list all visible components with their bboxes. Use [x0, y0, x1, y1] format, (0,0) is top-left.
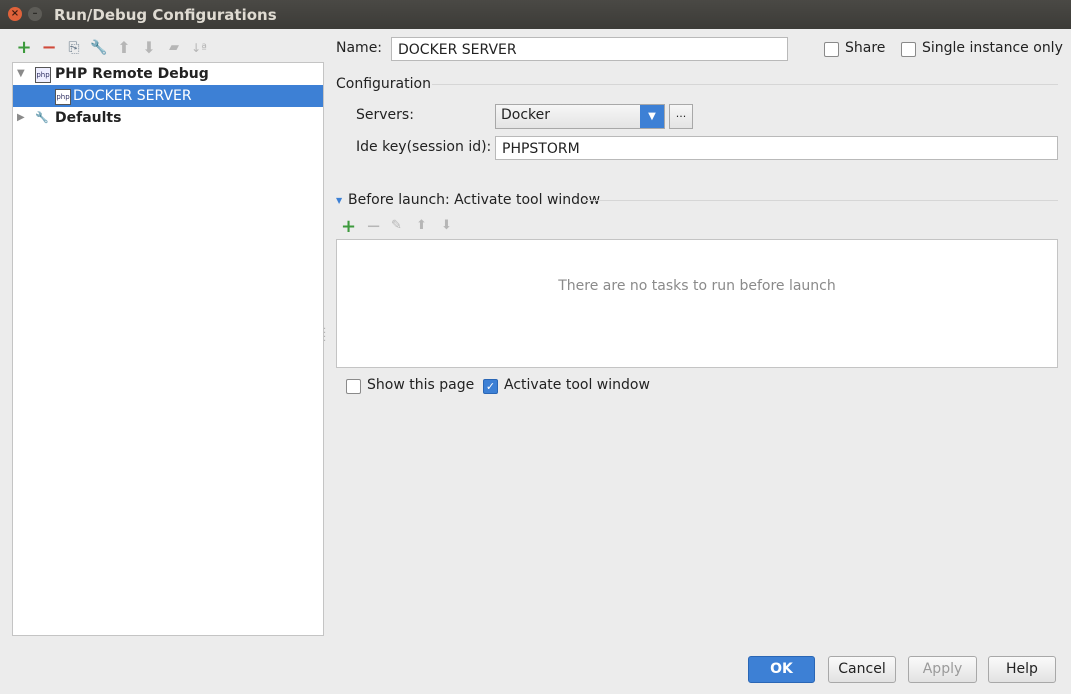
- activate-tool-window-checkbox[interactable]: ✓: [483, 379, 498, 394]
- chevron-down-icon[interactable]: ▼: [640, 105, 664, 128]
- edit-task-icon[interactable]: ✎: [391, 218, 402, 233]
- servers-value: Docker: [501, 107, 551, 123]
- share-label: Share: [845, 40, 886, 56]
- show-page-label: Show this page: [367, 377, 475, 393]
- single-instance-label: Single instance only: [922, 40, 1063, 56]
- window-title: Run/Debug Configurations: [54, 6, 277, 24]
- edit-defaults-icon[interactable]: 🔧: [89, 38, 109, 58]
- servers-label: Servers:: [356, 107, 414, 123]
- php-remote-debug-icon: php: [35, 67, 51, 83]
- minimize-icon[interactable]: –: [28, 7, 42, 21]
- before-launch-separator: [584, 200, 1058, 201]
- share-checkbox[interactable]: [824, 42, 839, 57]
- idekey-label: Ide key(session id):: [356, 139, 492, 155]
- sort-icon[interactable]: ↓ª: [189, 38, 209, 58]
- tree-group-php-remote-debug[interactable]: ▼ php PHP Remote Debug: [13, 63, 323, 85]
- before-launch-toggle-icon[interactable]: ▼: [336, 196, 342, 205]
- window-titlebar: × – Run/Debug Configurations: [0, 0, 1071, 29]
- show-page-checkbox[interactable]: [346, 379, 361, 394]
- copy-configuration-icon[interactable]: ⎘: [64, 38, 84, 58]
- move-task-up-icon[interactable]: ⬆: [416, 218, 427, 233]
- tree-group-label: PHP Remote Debug: [55, 66, 209, 82]
- before-launch-heading[interactable]: Before launch: Activate tool window: [348, 192, 600, 208]
- remove-task-icon[interactable]: −: [366, 216, 381, 237]
- close-icon[interactable]: ×: [8, 7, 22, 21]
- name-label: Name:: [336, 40, 383, 56]
- tree-item-label: DOCKER SERVER: [73, 88, 192, 104]
- tree-item-docker-server[interactable]: php DOCKER SERVER: [13, 85, 323, 107]
- splitter-grip-icon[interactable]: · · · ·: [323, 325, 326, 347]
- name-input[interactable]: DOCKER SERVER: [391, 37, 788, 61]
- folder-icon[interactable]: ▰: [164, 38, 184, 58]
- move-down-icon[interactable]: ⬇: [139, 38, 159, 58]
- configuration-heading: Configuration: [336, 76, 431, 92]
- add-configuration-icon[interactable]: +: [14, 38, 34, 58]
- single-instance-checkbox[interactable]: [901, 42, 916, 57]
- apply-button[interactable]: Apply: [908, 656, 977, 683]
- empty-tasks-text: There are no tasks to run before launch: [558, 278, 836, 294]
- collapse-arrow-icon[interactable]: ▶: [17, 107, 25, 129]
- wrench-icon: 🔧: [35, 111, 49, 124]
- activate-tool-window-label: Activate tool window: [504, 377, 650, 393]
- configuration-separator: [432, 84, 1058, 85]
- tree-group-defaults[interactable]: ▶ 🔧 Defaults: [13, 107, 323, 129]
- configuration-tree[interactable]: ▼ php PHP Remote Debug php DOCKER SERVER…: [12, 62, 324, 636]
- add-task-icon[interactable]: +: [341, 216, 356, 237]
- servers-dropdown[interactable]: Docker ▼: [495, 104, 665, 129]
- browse-servers-button[interactable]: ...: [669, 104, 693, 129]
- cancel-button[interactable]: Cancel: [828, 656, 896, 683]
- idekey-input[interactable]: PHPSTORM: [495, 136, 1058, 160]
- tree-defaults-label: Defaults: [55, 110, 122, 126]
- expand-arrow-icon[interactable]: ▼: [17, 63, 25, 85]
- before-launch-task-list[interactable]: There are no tasks to run before launch: [336, 239, 1058, 368]
- php-config-icon: php: [55, 89, 71, 105]
- remove-configuration-icon[interactable]: −: [39, 38, 59, 58]
- move-up-icon[interactable]: ⬆: [114, 38, 134, 58]
- ok-button[interactable]: OK: [748, 656, 815, 683]
- help-button[interactable]: Help: [988, 656, 1056, 683]
- move-task-down-icon[interactable]: ⬇: [441, 218, 452, 233]
